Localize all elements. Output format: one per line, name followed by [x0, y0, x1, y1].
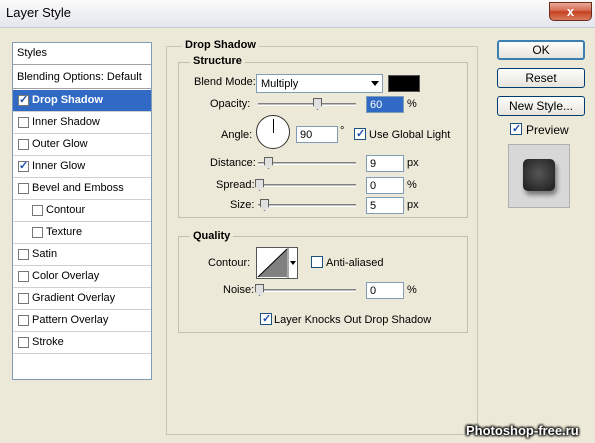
style-item-stroke[interactable]: Stroke — [13, 332, 151, 354]
style-checkbox[interactable] — [18, 249, 29, 260]
style-checkbox[interactable] — [32, 227, 43, 238]
window-title: Layer Style — [6, 5, 72, 20]
close-icon: x — [566, 4, 575, 19]
style-item-color-overlay[interactable]: Color Overlay — [13, 266, 151, 288]
distance-label: Distance: — [210, 157, 256, 169]
style-item-label: Stroke — [32, 336, 64, 348]
noise-label: Noise: — [223, 284, 255, 296]
chevron-down-icon — [371, 81, 379, 86]
use-global-light-checkbox[interactable] — [354, 127, 366, 140]
style-item-bevel-and-emboss[interactable]: Bevel and Emboss — [13, 178, 151, 200]
angle-dial[interactable] — [256, 115, 290, 149]
style-checkbox[interactable] — [32, 205, 43, 216]
style-checkbox[interactable] — [18, 159, 29, 172]
shadow-color-swatch[interactable] — [388, 75, 420, 92]
new-style-button[interactable]: New Style... — [497, 96, 585, 116]
structure-title: Structure — [190, 55, 245, 67]
style-item-contour[interactable]: Contour — [13, 200, 151, 222]
blend-mode-label: Blend Mode: — [194, 76, 256, 88]
spread-label: Spread: — [216, 179, 255, 191]
angle-unit: ° — [340, 125, 345, 137]
drop-shadow-title: Drop Shadow — [182, 39, 259, 51]
style-item-pattern-overlay[interactable]: Pattern Overlay — [13, 310, 151, 332]
style-item-label: Satin — [32, 248, 58, 260]
angle-input[interactable]: 90 — [296, 126, 338, 143]
opacity-label: Opacity: — [210, 98, 251, 110]
style-item-satin[interactable]: Satin — [13, 244, 151, 266]
size-slider-track[interactable] — [258, 204, 356, 207]
style-checkbox[interactable] — [18, 139, 29, 150]
contour-label: Contour: — [208, 257, 251, 269]
style-item-gradient-overlay[interactable]: Gradient Overlay — [13, 288, 151, 310]
distance-unit: px — [407, 157, 419, 169]
dialog-body: Styles Blending Options: Default Drop Sh… — [0, 28, 595, 443]
style-preview — [508, 144, 570, 208]
spread-input[interactable]: 0 — [366, 177, 404, 194]
noise-input[interactable]: 0 — [366, 282, 404, 299]
reset-button[interactable]: Reset — [497, 68, 585, 88]
style-item-label: Drop Shadow — [32, 94, 103, 106]
knockout-checkbox[interactable] — [260, 312, 272, 325]
quality-title: Quality — [190, 230, 234, 242]
spread-slider-track[interactable] — [258, 184, 356, 187]
style-checkbox[interactable] — [18, 183, 29, 194]
anti-aliased-label: Anti-aliased — [326, 257, 384, 269]
style-item-inner-glow[interactable]: Inner Glow — [13, 156, 151, 178]
angle-label: Angle: — [221, 129, 253, 141]
style-checkbox[interactable] — [18, 315, 29, 326]
style-item-texture[interactable]: Texture — [13, 222, 151, 244]
style-item-label: Pattern Overlay — [32, 314, 109, 326]
preview-label: Preview — [526, 123, 569, 137]
style-checkbox[interactable] — [18, 337, 29, 348]
style-item-label: Outer Glow — [32, 138, 88, 150]
anti-aliased-checkbox[interactable] — [311, 256, 323, 268]
opacity-slider-track[interactable] — [258, 103, 356, 106]
style-item-label: Gradient Overlay — [32, 292, 116, 304]
title-bar: Layer Style x — [0, 0, 595, 28]
noise-slider-track[interactable] — [258, 289, 356, 292]
use-global-light-label: Use Global Light — [369, 129, 451, 141]
style-checkbox[interactable] — [18, 117, 29, 128]
style-checkbox[interactable] — [18, 271, 29, 282]
style-checkbox[interactable] — [18, 93, 29, 106]
blend-mode-value: Multiply — [261, 78, 299, 90]
spread-unit: % — [407, 179, 417, 191]
styles-header[interactable]: Styles — [13, 43, 151, 65]
watermark: Photoshop-free.ru — [466, 423, 579, 438]
style-item-label: Inner Glow — [32, 160, 86, 172]
angle-needle — [273, 119, 274, 133]
knockout-label: Layer Knocks Out Drop Shadow — [274, 314, 432, 326]
style-item-drop-shadow[interactable]: Drop Shadow — [13, 90, 151, 112]
noise-unit: % — [407, 284, 417, 296]
contour-picker[interactable] — [256, 247, 298, 279]
ok-button[interactable]: OK — [497, 40, 585, 60]
style-item-label: Inner Shadow — [32, 116, 100, 128]
distance-input[interactable]: 9 — [366, 155, 404, 172]
style-checkbox[interactable] — [18, 293, 29, 304]
blend-mode-select[interactable]: Multiply — [256, 74, 383, 93]
style-item-inner-shadow[interactable]: Inner Shadow — [13, 112, 151, 134]
size-label: Size: — [230, 199, 255, 211]
style-item-outer-glow[interactable]: Outer Glow — [13, 134, 151, 156]
styles-list: Styles Blending Options: Default Drop Sh… — [12, 42, 152, 380]
close-button[interactable]: x — [549, 2, 592, 21]
preview-swatch — [523, 159, 555, 191]
style-item-label: Texture — [46, 226, 83, 238]
preview-checkbox[interactable] — [510, 122, 522, 135]
blending-options-item[interactable]: Blending Options: Default — [13, 67, 151, 89]
size-input[interactable]: 5 — [366, 197, 404, 214]
style-item-label: Bevel and Emboss — [32, 182, 124, 194]
style-item-label: Contour — [46, 204, 86, 216]
opacity-unit: % — [407, 98, 417, 110]
opacity-input[interactable]: 60 — [366, 96, 404, 113]
size-unit: px — [407, 199, 419, 211]
contour-curve-icon — [257, 248, 296, 278]
style-item-label: Color Overlay — [32, 270, 100, 282]
